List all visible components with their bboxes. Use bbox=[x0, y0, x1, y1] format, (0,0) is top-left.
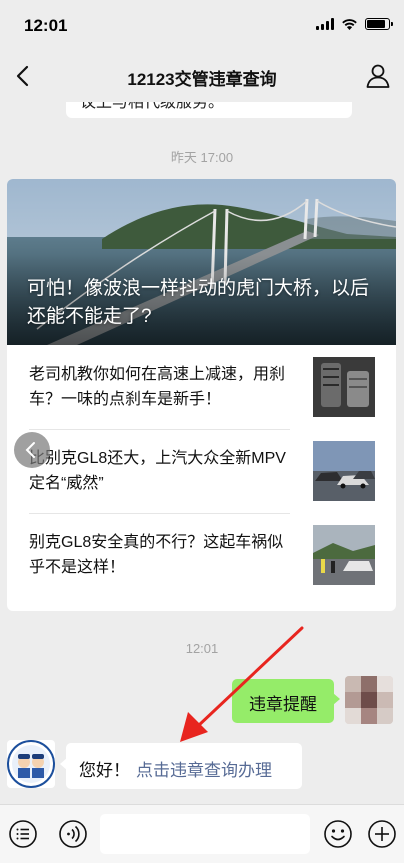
page-title: 12123交管违章查询 bbox=[127, 70, 277, 89]
previous-message-text: 议上与相代级服务。 bbox=[80, 102, 225, 111]
article-title: 比别克GL8还大，上汽大众全新MPV定名“威然” bbox=[29, 450, 286, 492]
previous-message-bubble: 议上与相代级服务。 bbox=[66, 102, 352, 118]
article-item[interactable]: 老司机教你如何在高速上减速，用刹车？一味的点刹车是新手！ bbox=[7, 345, 396, 429]
battery-icon bbox=[365, 18, 393, 30]
timestamp: 昨天 17:00 bbox=[170, 150, 234, 165]
wifi-icon bbox=[342, 19, 357, 30]
nav-bar: 12123交管违章查询 bbox=[0, 50, 404, 102]
accident-thumbnail bbox=[313, 525, 375, 585]
input-bar bbox=[0, 804, 404, 863]
annotation-arrow-icon bbox=[180, 626, 304, 742]
chevron-left-icon bbox=[25, 442, 35, 458]
bot-greeting: 您好！ bbox=[79, 761, 130, 780]
article-item[interactable]: 比别克GL8还大，上汽大众全新MPV定名“威然” bbox=[7, 429, 396, 513]
audio-icon[interactable] bbox=[58, 819, 88, 849]
hero-article[interactable]: 可怕！像波浪一样抖动的虎门大桥，以后还能不能走了? bbox=[7, 179, 396, 345]
cars-thumbnail bbox=[313, 441, 375, 501]
brake-pedal-thumbnail bbox=[313, 357, 375, 417]
status-icons bbox=[316, 18, 393, 30]
plus-circle-icon[interactable] bbox=[367, 819, 397, 849]
voice-list-icon[interactable] bbox=[8, 819, 38, 849]
person-icon[interactable] bbox=[364, 62, 392, 90]
carousel-prev-button[interactable] bbox=[14, 432, 50, 468]
user-avatar[interactable] bbox=[345, 676, 393, 724]
message-input[interactable] bbox=[100, 814, 310, 854]
article-title: 老司机教你如何在高速上减速，用刹车？一味的点刹车是新手！ bbox=[29, 366, 286, 408]
hero-article-title: 可怕！像波浪一样抖动的虎门大桥，以后还能不能走了? bbox=[27, 278, 370, 327]
article-item[interactable]: 别克GL8安全真的不行？这起车祸似乎不是这样！ bbox=[7, 513, 396, 597]
article-title: 别克GL8安全真的不行？这起车祸似乎不是这样！ bbox=[29, 534, 284, 576]
status-time: 12:01 bbox=[24, 16, 68, 35]
emoji-icon[interactable] bbox=[323, 819, 353, 849]
chat-area[interactable]: 议上与相代级服务。 昨天 17:00 可怕！像波浪一样抖动的虎门大桥，以后还能不… bbox=[0, 102, 404, 804]
violation-query-link[interactable]: 点击违章查询办理 bbox=[136, 761, 272, 780]
status-bar: 12:01 bbox=[0, 0, 404, 50]
article-card: 可怕！像波浪一样抖动的虎门大桥，以后还能不能走了? 老司机教你如何在高速上减速，… bbox=[7, 179, 396, 611]
bot-avatar[interactable] bbox=[7, 740, 55, 788]
cellular-signal-icon bbox=[316, 18, 334, 30]
